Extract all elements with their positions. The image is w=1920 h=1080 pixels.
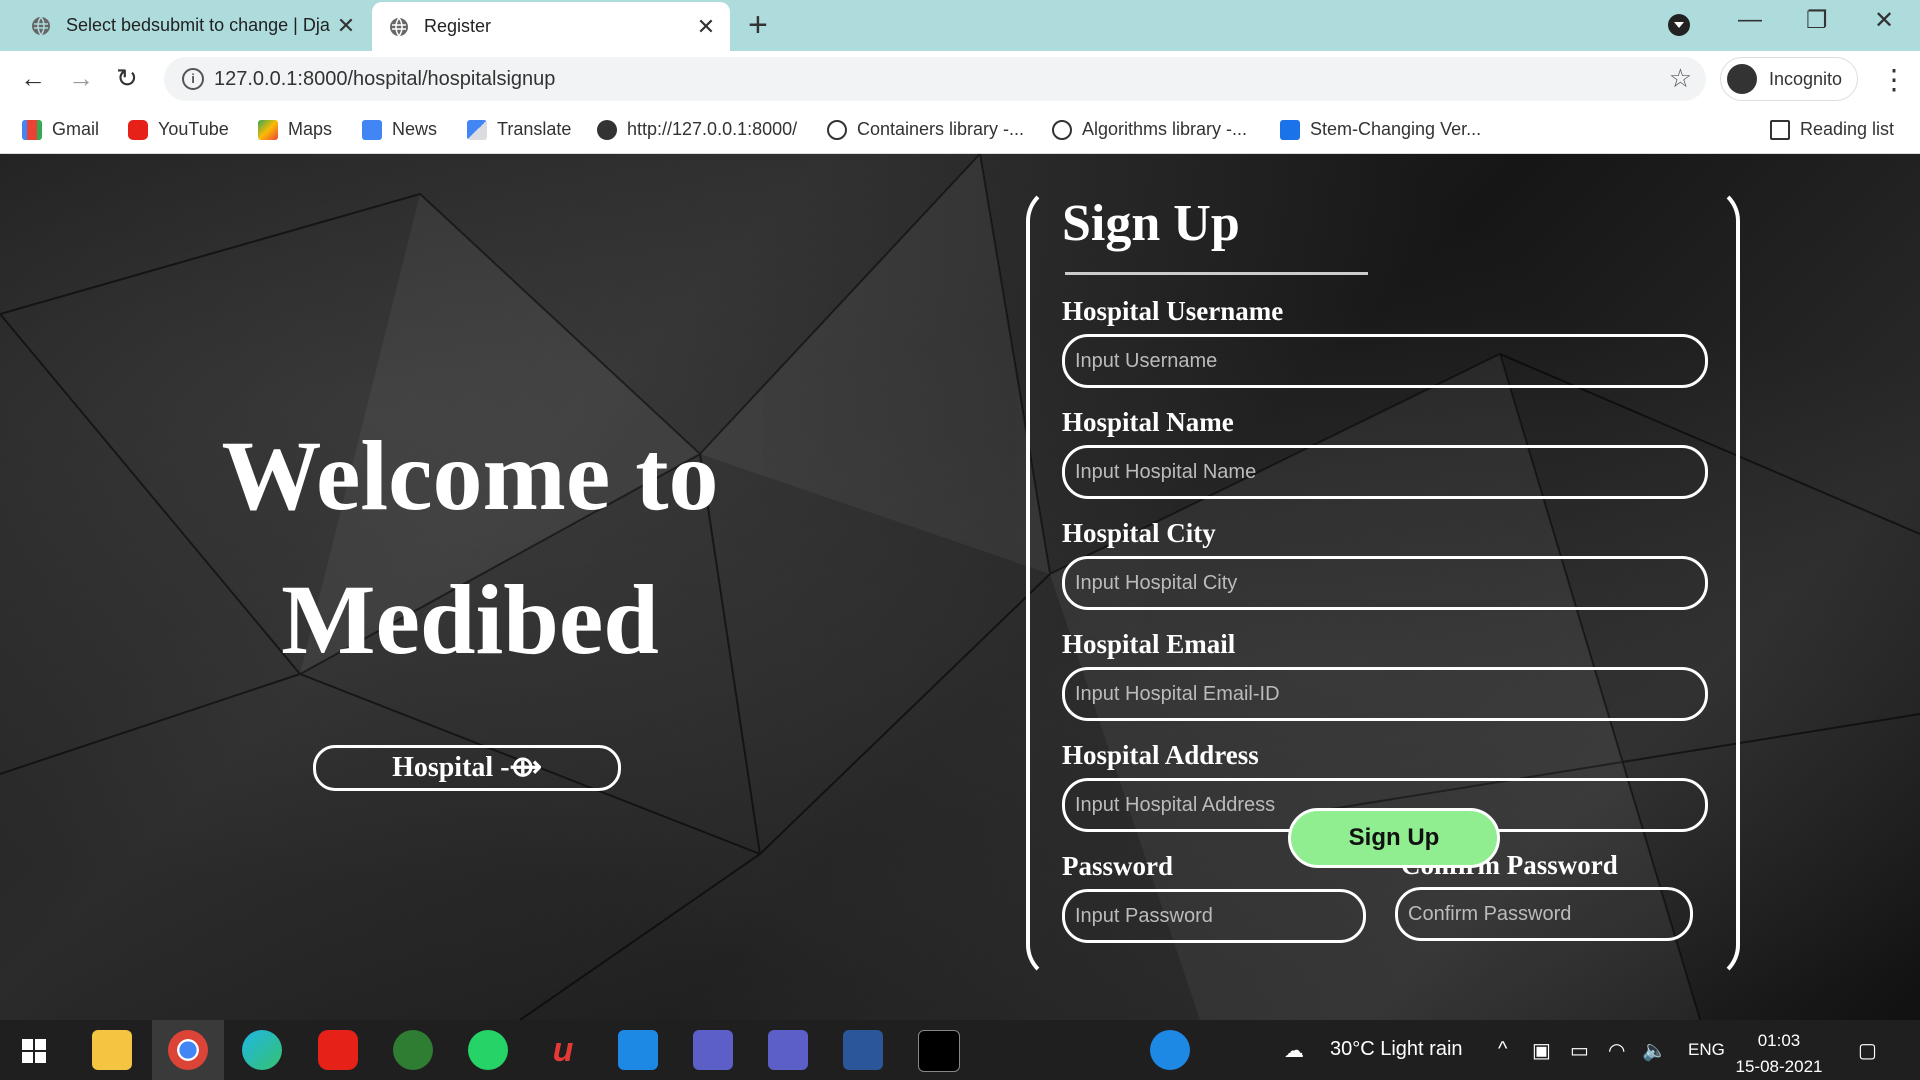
back-icon[interactable]: ← [20, 63, 46, 94]
bookmark-containers[interactable]: Containers library -... [827, 119, 1024, 140]
tab-title: Register [424, 16, 492, 36]
wifi-icon[interactable]: ◠ [1608, 1038, 1625, 1063]
bookmark-stem[interactable]: Stem-Changing Ver... [1280, 119, 1481, 140]
hospital-name-input[interactable] [1062, 445, 1708, 499]
file-explorer-icon[interactable] [92, 1030, 132, 1070]
whatsapp-icon[interactable] [468, 1030, 508, 1070]
close-icon[interactable]: ✕ [692, 14, 720, 40]
forward-icon[interactable]: → [68, 63, 94, 94]
globe-icon [32, 16, 50, 35]
bookmark-gmail[interactable]: Gmail [22, 119, 99, 140]
maps-icon [258, 119, 278, 140]
hospital-name-label: Hospital Name [1062, 407, 1234, 437]
minimize-icon[interactable]: — [1738, 6, 1762, 34]
cpp-icon [827, 119, 847, 140]
signup-title: Sign Up [1062, 195, 1240, 252]
help-icon[interactable] [1150, 1030, 1190, 1070]
tab-admin[interactable]: Select bedsubmit to change | Dja ✕ [0, 0, 370, 51]
clock-time: 01:03 [1757, 1031, 1801, 1050]
city-input[interactable] [1062, 556, 1708, 610]
app-tree-icon[interactable] [393, 1030, 433, 1070]
window-close-icon[interactable]: ✕ [1874, 6, 1894, 35]
confirm-password-input[interactable] [1395, 887, 1693, 941]
bookmark-algorithms[interactable]: Algorithms library -... [1052, 119, 1247, 140]
gmail-icon [22, 119, 42, 140]
globe-icon [597, 119, 617, 140]
word-icon[interactable] [843, 1030, 883, 1070]
windows-taskbar: u ☁ 30°C Light rain ^ ▣ ▭ ◠ 🔈 ENG 01:03 … [0, 1020, 1920, 1080]
app-u-icon[interactable]: u [543, 1030, 583, 1070]
bookmark-news[interactable]: News [362, 119, 437, 140]
bookmark-maps[interactable]: Maps [258, 119, 332, 140]
reading-list[interactable]: Reading list [1770, 119, 1894, 140]
site-icon [1280, 119, 1300, 140]
welcome-line-1: Welcome to [221, 420, 719, 531]
clock-date: 15-08-2021 [1735, 1057, 1823, 1076]
weather-cloud-icon[interactable]: ☁ [1284, 1038, 1304, 1063]
reading-list-icon [1770, 119, 1790, 140]
bookmark-youtube[interactable]: YouTube [128, 119, 229, 140]
translate-icon [467, 119, 487, 140]
bookmark-translate[interactable]: Translate [467, 119, 571, 140]
menu-icon[interactable]: ⋮ [1880, 63, 1908, 96]
email-label: Hospital Email [1062, 629, 1236, 659]
address-label: Hospital Address [1062, 740, 1259, 770]
teams-icon-2[interactable] [768, 1030, 808, 1070]
hospital-button[interactable]: Hospital -⟴ [313, 745, 621, 791]
username-input[interactable] [1062, 334, 1708, 388]
city-label: Hospital City [1062, 518, 1216, 548]
new-tab-button[interactable]: + [748, 6, 768, 45]
weather-text[interactable]: 30°C Light rain [1330, 1038, 1463, 1061]
incognito-icon [1727, 64, 1757, 94]
close-icon[interactable]: ✕ [332, 13, 360, 39]
globe-icon [390, 17, 408, 36]
teams-icon[interactable] [693, 1030, 733, 1070]
battery-icon[interactable]: ▭ [1570, 1038, 1589, 1063]
page-content: Welcome to Medibed Hospital -⟴ Sign Up H… [0, 154, 1920, 1020]
cpp-icon [1052, 119, 1072, 140]
address-bar[interactable]: i 127.0.0.1:8000/hospital/hospitalsignup… [164, 57, 1706, 101]
restore-icon[interactable]: ❐ [1806, 6, 1828, 35]
notifications-icon[interactable]: ▢ [1858, 1038, 1877, 1063]
clock[interactable]: 01:03 15-08-2021 [1734, 1028, 1824, 1080]
youtube-icon [128, 119, 148, 140]
tab-strip: Select bedsubmit to change | Dja ✕ Regis… [0, 0, 1920, 51]
password-input[interactable] [1062, 889, 1366, 943]
email-input[interactable] [1062, 667, 1708, 721]
signup-submit-button[interactable]: Sign Up [1288, 808, 1500, 868]
network-icon[interactable]: ▣ [1532, 1038, 1551, 1063]
welcome-line-2: Medibed [281, 564, 659, 675]
windows-start-icon[interactable] [22, 1039, 46, 1063]
bookmark-localhost[interactable]: http://127.0.0.1:8000/ [597, 119, 797, 140]
title-divider [1065, 272, 1368, 275]
browser-toolbar: ← → ↻ i 127.0.0.1:8000/hospital/hospital… [0, 51, 1920, 107]
bookmark-star-icon[interactable]: ☆ [1669, 63, 1692, 94]
language-indicator[interactable]: ENG [1688, 1040, 1725, 1060]
volume-icon[interactable]: 🔈 [1642, 1038, 1667, 1063]
tab-register[interactable]: Register ✕ [372, 2, 730, 51]
password-label: Password [1062, 851, 1174, 881]
welcome-heading: Welcome to Medibed [150, 404, 790, 692]
edge-icon[interactable] [242, 1030, 282, 1070]
tray-chevron-icon[interactable]: ^ [1498, 1038, 1507, 1061]
bookmarks-bar: Gmail YouTube Maps News Translate http:/… [0, 107, 1920, 154]
incognito-label: Incognito [1769, 68, 1843, 89]
url-text: 127.0.0.1:8000/hospital/hospitalsignup [214, 68, 556, 90]
chrome-icon[interactable] [168, 1030, 208, 1070]
store-icon[interactable] [618, 1030, 658, 1070]
tab-search-icon[interactable] [1668, 14, 1690, 36]
reload-icon[interactable]: ↻ [116, 63, 138, 94]
tab-title: Select bedsubmit to change | Dja [66, 15, 330, 35]
terminal-icon[interactable] [918, 1030, 960, 1072]
username-label: Hospital Username [1062, 296, 1284, 326]
news-icon [362, 119, 382, 140]
youtube-app-icon[interactable] [318, 1030, 358, 1070]
site-info-icon[interactable]: i [182, 68, 204, 90]
incognito-badge[interactable]: Incognito [1720, 57, 1858, 101]
